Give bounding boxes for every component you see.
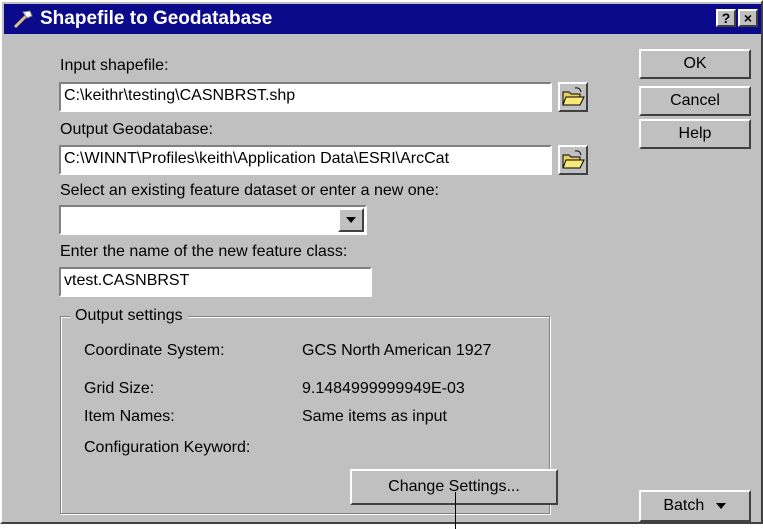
window-title: Shapefile to Geodatabase [40, 8, 273, 29]
config-keyword-label: Configuration Keyword: [84, 439, 251, 456]
item-names-label: Item Names: [84, 408, 175, 425]
context-help-button[interactable]: ? [716, 9, 736, 27]
item-names-value: Same items as input [302, 408, 447, 425]
hammer-icon [13, 10, 33, 29]
browse-output-button[interactable] [558, 145, 588, 175]
output-gdb-field[interactable]: C:\WINNT\Profiles\keith\Application Data… [59, 145, 552, 175]
help-button[interactable]: Help [639, 119, 751, 149]
coordinate-system-value: GCS North American 1927 [302, 342, 492, 359]
feature-class-label: Enter the name of the new feature class: [60, 243, 348, 260]
browse-input-button[interactable] [558, 82, 588, 112]
grid-size-value: 9.1484999999949E-03 [302, 380, 465, 397]
title-bar[interactable]: Shapefile to Geodatabase ? × [4, 4, 761, 34]
grid-size-label: Grid Size: [84, 380, 155, 397]
coordinate-system-label: Coordinate System: [84, 342, 225, 359]
change-settings-button[interactable]: Change Settings... [350, 469, 558, 505]
chevron-down-icon [715, 503, 726, 509]
output-gdb-label: Output Geodatabase: [60, 121, 213, 138]
feature-class-field[interactable]: vtest.CASNBRST [59, 267, 372, 297]
dialog-window: Shapefile to Geodatabase ? × Input shape… [0, 0, 763, 524]
output-settings-legend: Output settings [70, 307, 188, 325]
input-shapefile-field[interactable]: C:\keithr\testing\CASNBRST.shp [59, 82, 552, 112]
close-button[interactable]: × [738, 9, 758, 27]
batch-button[interactable]: Batch [639, 490, 751, 522]
chevron-down-icon [346, 217, 356, 223]
dataset-dropdown-button[interactable] [338, 208, 364, 232]
open-folder-icon [562, 150, 585, 169]
open-folder-icon [562, 87, 585, 106]
cursor-pointer-line [455, 492, 456, 529]
batch-label: Batch [663, 497, 705, 514]
ok-button[interactable]: OK [639, 49, 751, 79]
input-shapefile-label: Input shapefile: [60, 57, 169, 74]
dataset-combobox[interactable] [59, 205, 367, 235]
dataset-label: Select an existing feature dataset or en… [60, 182, 439, 199]
cancel-button[interactable]: Cancel [639, 86, 751, 116]
